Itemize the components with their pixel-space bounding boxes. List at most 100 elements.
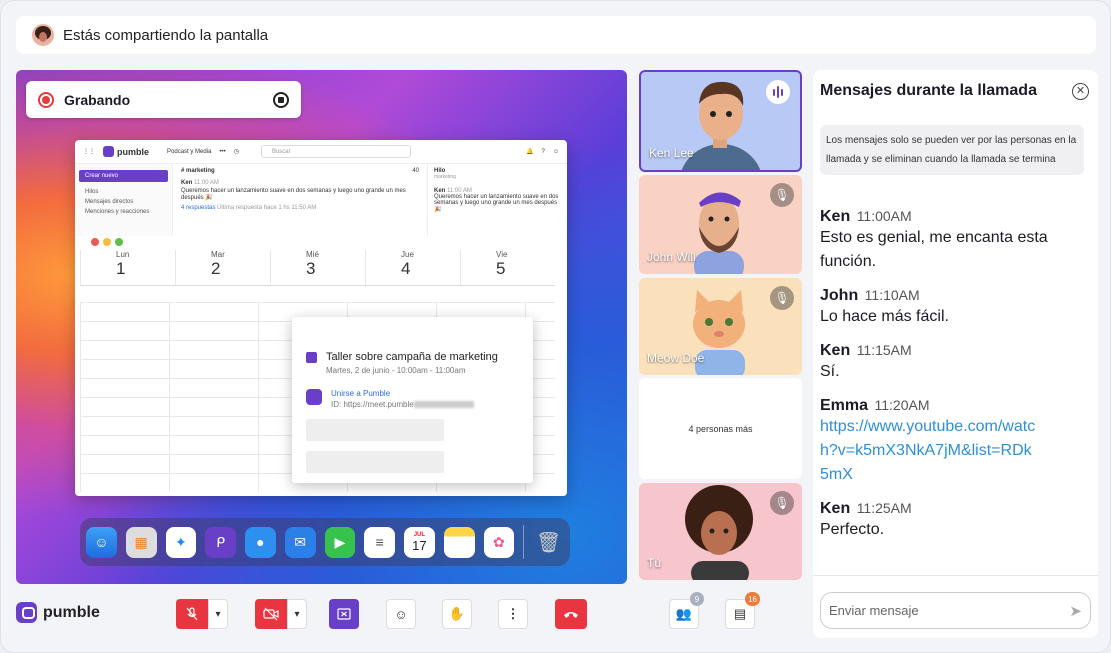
calendar-day-header: Lun 1 Mar 2 Mié 3 Jue 4 Vie 5 — [80, 250, 555, 286]
reminders-icon: ≡ — [364, 526, 395, 558]
participant-tile-self[interactable]: Tú 🎙 — [639, 483, 802, 580]
shared-app-topbar: ⋮⋮ pumble Podcast y Media ••• ◷ Buscar 🔔… — [75, 140, 567, 164]
bell-icon: 🔔 — [526, 149, 534, 155]
participant-tile-john-will[interactable]: John Will 🎙 — [639, 175, 802, 274]
message-time: 11:00AM — [856, 208, 912, 224]
participants-count-badge: 9 — [690, 592, 704, 606]
day-number: 4 — [401, 259, 411, 278]
facetime-icon: ▶ — [324, 526, 356, 558]
stop-sharing-button[interactable] — [329, 599, 359, 629]
minimize-dot — [103, 238, 111, 246]
safari-icon: ✦ — [165, 526, 197, 558]
day-number: 3 — [306, 259, 316, 278]
calendar-day: Lun 1 — [80, 250, 175, 285]
message-time: 11:25AM — [856, 500, 912, 516]
chat-messages: Ken 11:00AM Esto es genial, me encanta e… — [820, 208, 1090, 573]
mic-options-chevron-icon[interactable]: ▾ — [208, 599, 228, 629]
day-name: Lun — [116, 250, 130, 259]
workspace-name: Podcast y Media — [167, 148, 212, 155]
share-status-text: Estás compartiendo la pantalla — [63, 26, 269, 44]
chat-message-input[interactable]: Enviar mensaje ➤ — [820, 592, 1091, 629]
create-new-button: Crear nuevo — [79, 170, 168, 182]
placeholder-bar — [306, 451, 444, 473]
calendar-day: Mié 3 — [270, 250, 365, 285]
meeting-id: ID: https://meet.pumble — [331, 400, 414, 409]
leave-call-button[interactable] — [555, 599, 587, 629]
notes-icon — [443, 526, 475, 558]
more-participants-label: 4 personas más — [688, 424, 753, 434]
trash-icon: 🗑 — [535, 531, 562, 554]
message-time: 11:00 AM — [194, 180, 219, 186]
placeholder-bar — [306, 419, 444, 441]
history-icon: ◷ — [233, 149, 239, 155]
thread-text: Queremos hacer un lanzamiento suave en d… — [434, 194, 559, 213]
participant-name: Tú — [647, 556, 662, 570]
message-link[interactable]: https://www.youtube.com/watch?v=k5mX3NkA… — [820, 415, 1040, 487]
message-author: Ken — [181, 180, 193, 186]
message-author: John — [820, 287, 859, 304]
divider — [813, 575, 1098, 576]
join-pumble-link: Unirse a Pumble — [331, 389, 391, 398]
more-options-button[interactable]: ⋮ — [498, 599, 528, 629]
participant-tile-ken-lee[interactable]: Ken Lee — [639, 70, 802, 172]
blurred-meeting-id — [413, 401, 474, 409]
event-title: Taller sobre campaña de marketing — [326, 351, 498, 363]
calendar-day: Vie 5 — [460, 250, 555, 285]
more-vertical-icon: ⋮ — [506, 606, 520, 621]
close-chat-button[interactable]: ✕ — [1072, 83, 1089, 100]
day-number: 2 — [211, 259, 221, 278]
calendar-day: Jue 4 — [365, 250, 460, 285]
channel-name: # marketing — [181, 168, 215, 174]
message-author: Emma — [820, 397, 869, 414]
sidebar-item-mentions: Menciones y reacciones — [85, 209, 150, 215]
camera-options-chevron-icon[interactable]: ▾ — [287, 599, 307, 629]
send-icon[interactable]: ➤ — [1069, 602, 1082, 620]
thread-channel: marketing — [434, 174, 456, 180]
event-popup: Taller sobre campaña de marketing Martes… — [292, 317, 533, 483]
smiley-icon: ☺ — [394, 606, 408, 622]
shared-app-logo: pumble — [103, 146, 149, 157]
pumble-logo-icon — [103, 146, 114, 157]
chat-message: Ken 11:15AM Sí. — [820, 342, 1090, 384]
raise-hand-button[interactable]: ✋ — [442, 599, 472, 629]
grid-icon: ⋮⋮ — [83, 149, 95, 155]
screen-share-banner: Estás compartiendo la pantalla — [16, 16, 1096, 54]
last-reply: Última respuesta hace 1 hs 11:50 AM — [217, 205, 317, 211]
shared-app-logo-text: pumble — [117, 146, 150, 157]
reactions-button[interactable]: ☺ — [386, 599, 416, 629]
smiley-icon: ☺ — [552, 148, 559, 155]
launchpad-icon: ▦ — [125, 526, 157, 558]
mic-muted-icon: 🎙 — [770, 183, 794, 207]
recording-indicator: Grabando — [26, 81, 301, 118]
stop-recording-button[interactable] — [273, 91, 289, 108]
participant-name: Ken Lee — [649, 146, 694, 160]
message-author: Ken — [820, 500, 851, 517]
participant-tile-meow-doe[interactable]: Meow Doe 🎙 — [639, 278, 802, 375]
recording-label: Grabando — [64, 91, 131, 108]
mic-muted-icon: 🎙 — [770, 491, 794, 515]
more-participants-tile[interactable]: 4 personas más — [639, 378, 802, 479]
shared-sidebar: Crear nuevo Hilos Mensajes directos Menc… — [75, 164, 173, 236]
message-time: 11:15AM — [856, 342, 912, 358]
shared-channel: # marketing 40 Ken 11:00 AM Queremos hac… — [175, 164, 425, 236]
dock-separator — [523, 525, 525, 559]
camera-off-button[interactable] — [255, 599, 287, 629]
chat-message: Emma 11:20AM https://www.youtube.com/wat… — [820, 397, 1090, 487]
dock: ☺ ▦ ✦ ᑭ ● ✉ ▶ ≡ JUL 17 ✿ 🗑 — [80, 518, 570, 566]
mute-mic-button[interactable] — [176, 599, 208, 629]
photos-icon: ✿ — [483, 526, 515, 558]
message-text: Esto es genial, me encanta esta función. — [820, 229, 1048, 270]
chat-message: John 11:10AM Lo hace más fácil. — [820, 287, 1090, 329]
screen-share-icon — [337, 608, 351, 620]
mic-muted-icon: 🎙 — [770, 286, 794, 310]
chat-button[interactable]: ▤ 16 — [725, 592, 760, 629]
participants-button[interactable]: 👥 9 — [669, 592, 704, 629]
zoom-dot — [115, 238, 123, 246]
calendar-day: Mar 2 — [175, 250, 270, 285]
chat-input-placeholder: Enviar mensaje — [829, 603, 919, 618]
message-text: Lo hace más fácil. — [820, 308, 949, 325]
day-name: Mar — [211, 250, 225, 259]
day-name: Vie — [496, 250, 508, 259]
people-icon: 👥 — [675, 606, 693, 621]
messages-icon: ● — [245, 526, 276, 558]
